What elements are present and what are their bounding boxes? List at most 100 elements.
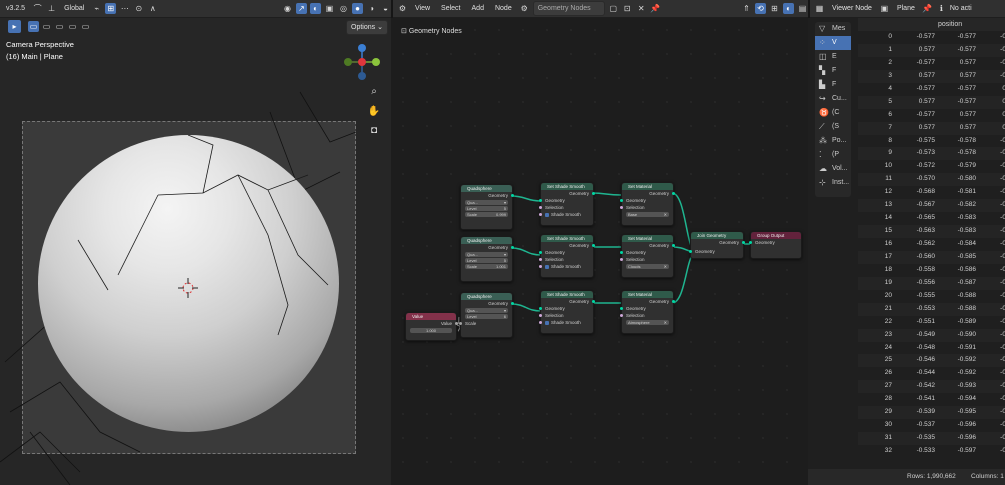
parent-tree-icon[interactable]: ⇑ — [741, 3, 752, 14]
position-z: -0.57 — [1000, 162, 1005, 170]
sidebar-item-mesh[interactable]: ▽ Mes — [815, 22, 851, 36]
node-tree-name-field[interactable]: Geometry Nodes — [532, 1, 605, 16]
sidebar-item-spline[interactable]: ⟋ (S — [815, 120, 851, 134]
overlay-node-icon[interactable]: ◐ — [783, 3, 794, 14]
select-extend-icon[interactable]: ▭ — [41, 21, 52, 32]
pivot-icon[interactable]: ⌁ — [91, 3, 102, 14]
shade-smooth-checkbox[interactable]: Shade Smooth — [539, 211, 593, 218]
position-y: -0.581 — [957, 188, 976, 196]
node-quadsphere-3[interactable]: Quadsphere Geometry Qua... ▾ Level 6 Scale — [459, 292, 514, 338]
sidebar-item-curve[interactable]: ↪ Cu... — [815, 92, 851, 106]
viewer-node-dropdown[interactable]: Viewer Node — [828, 2, 876, 15]
info-icon[interactable]: ℹ — [936, 3, 947, 14]
spreadsheet-editor-icon[interactable]: ▦ — [814, 3, 825, 14]
menu-node[interactable]: Node — [491, 2, 516, 15]
node-quadsphere-2[interactable]: Quadsphere Geometry Qua... ▾ Level 5 Scale… — [460, 236, 514, 282]
level-field[interactable]: Level 6 — [465, 314, 508, 319]
curve-icon[interactable]: ⌒ — [32, 3, 43, 14]
node-set-shade-smooth-3[interactable]: Set Shade Smooth Geometry Geometry Selec… — [539, 290, 595, 334]
shade-smooth-checkbox[interactable]: Shade Smooth — [539, 319, 593, 326]
sidebar-item-point[interactable]: ⁚ (P — [815, 148, 851, 162]
position-x: -0.573 — [916, 149, 935, 157]
proportional-edit-icon[interactable]: ⊙ — [133, 3, 144, 14]
quadsphere-mode-field[interactable]: Qua... ▾ — [465, 252, 508, 257]
socket-geometry-in: Geometry — [539, 305, 593, 312]
spreadsheet-table[interactable]: 0-0.577-0.577-0.5710.577-0.577-0.572-0.5… — [858, 31, 1005, 458]
sidebar-toggle-icon[interactable]: ▤ — [797, 3, 808, 14]
sidebar-item-vertex[interactable]: ⁘ V — [815, 36, 851, 50]
value-field[interactable]: 1.000 — [410, 328, 452, 333]
node-value[interactable]: Value Value 1.000 — [405, 312, 458, 341]
rows-count: Rows: 1,990,662 — [907, 473, 956, 480]
snap-icon[interactable]: ⊞ — [105, 3, 117, 14]
sidebar-item-instances[interactable]: ⊹ Inst... — [815, 176, 851, 190]
transform-orientation-icon[interactable]: ⊥ — [46, 3, 57, 14]
scale-field[interactable]: Scale 0.999 — [465, 212, 508, 217]
material-field[interactable]: Clouds ✕ — [626, 264, 669, 269]
socket-geometry-out: Geometry — [622, 190, 675, 197]
shade-smooth-checkbox[interactable]: Shade Smooth — [539, 263, 593, 270]
new-tree-icon[interactable]: ⊡ — [622, 3, 633, 14]
shading-rendered-icon[interactable]: ◒ — [380, 3, 391, 14]
node-set-shade-smooth-1[interactable]: Set Shade Smooth Geometry Geometry Selec… — [539, 182, 595, 226]
scale-field[interactable]: Scale 1.001 — [465, 264, 508, 269]
sidebar-item-point-cloud[interactable]: ⁂ Po... — [815, 134, 851, 148]
node-group-output[interactable]: Group Output Geometry — [749, 231, 802, 259]
sidebar-item-volume[interactable]: ☁ Vol... — [815, 162, 851, 176]
level-field[interactable]: Level 5 — [465, 258, 508, 263]
pin-icon[interactable]: 📌 — [650, 3, 661, 14]
row-index: 10 — [884, 162, 892, 170]
node-quadsphere-1[interactable]: Quadsphere Geometry Qua... ▾ Level 5 Scale… — [460, 184, 514, 230]
snap-target-icon[interactable]: ⋯ — [119, 3, 130, 14]
node-join-geometry[interactable]: Join Geometry Geometry Geometry — [689, 231, 745, 259]
position-y: -0.584 — [957, 240, 976, 247]
sidebar-item-face-corner[interactable]: ▙ F — [815, 78, 851, 92]
menu-select[interactable]: Select — [437, 2, 464, 15]
row-index: 2 — [888, 58, 892, 66]
select-subtract-icon[interactable]: ▭ — [54, 21, 65, 32]
material-field[interactable]: Base ✕ — [626, 212, 669, 217]
position-x: -0.537 — [916, 421, 935, 429]
socket-geometry-out: Geometry — [622, 298, 675, 305]
gizmo-toggle-icon[interactable]: ↗ — [296, 3, 307, 14]
node-set-material-2[interactable]: Set Material Geometry Geometry Selection… — [620, 234, 675, 278]
visibility-icon[interactable]: ◉ — [282, 3, 293, 14]
socket-geometry-out: Geometry — [691, 239, 745, 246]
shading-solid-icon[interactable]: ● — [352, 3, 363, 14]
menu-add[interactable]: Add — [468, 2, 488, 15]
socket-geometry-out: Geometry — [541, 242, 595, 249]
select-invert-icon[interactable]: ▭ — [67, 21, 78, 32]
transform-orientation-dropdown[interactable]: Global — [60, 2, 88, 15]
overlay-toggle-icon[interactable]: ◐ — [310, 3, 321, 14]
menu-view[interactable]: View — [411, 2, 434, 15]
position-x: -0.572 — [916, 162, 935, 170]
node-set-material-1[interactable]: Set Material Geometry Geometry Selection… — [620, 182, 675, 226]
pin-icon[interactable]: 📌 — [922, 3, 933, 14]
select-intersect-icon[interactable]: ▭ — [80, 21, 91, 32]
snap-node-icon[interactable]: ⟲ — [755, 3, 766, 14]
quadsphere-mode-field[interactable]: Qua... ▾ — [465, 308, 508, 313]
quadsphere-mode-field[interactable]: Qua... ▾ — [465, 200, 508, 205]
editor-type-icon[interactable]: ⚙ — [397, 3, 408, 14]
select-new-icon[interactable]: ▭ — [28, 21, 39, 32]
position-z: -0.57 — [1000, 149, 1005, 157]
falloff-icon[interactable]: ∧ — [147, 3, 158, 14]
node-header: Set Material — [622, 291, 673, 298]
unlink-icon[interactable]: ✕ — [636, 3, 647, 14]
level-field[interactable]: Level 5 — [465, 206, 508, 211]
3d-cursor-icon[interactable] — [178, 278, 198, 298]
shading-material-icon[interactable]: ◑ — [366, 3, 377, 14]
snap-grid-icon[interactable]: ⊞ — [769, 3, 780, 14]
position-y: 0.577 — [959, 58, 976, 66]
select-mode-group: ▭ ▭ ▭ ▭ ▭ — [28, 21, 91, 32]
shading-wire-icon[interactable]: ◎ — [338, 3, 349, 14]
fake-user-icon[interactable]: ▢ — [608, 3, 619, 14]
sidebar-item-control-point[interactable]: ♉ (C — [815, 106, 851, 120]
node-set-material-3[interactable]: Set Material Geometry Geometry Selection… — [620, 290, 675, 334]
node-tree-icon[interactable]: ⚙ — [519, 3, 530, 14]
sidebar-item-edge[interactable]: ◫ E — [815, 50, 851, 64]
node-set-shade-smooth-2[interactable]: Set Shade Smooth Geometry Geometry Selec… — [539, 234, 595, 278]
xray-icon[interactable]: ▣ — [324, 3, 335, 14]
sidebar-item-face[interactable]: ▚ F — [815, 64, 851, 78]
material-field[interactable]: Atmosphere ✕ — [626, 320, 669, 325]
